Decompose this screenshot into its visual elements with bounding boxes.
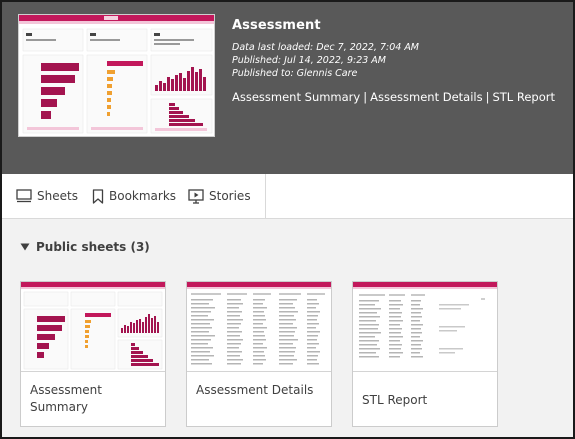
sheet-link-assessment-summary[interactable]: Assessment Summary xyxy=(232,90,360,104)
tab-sheets-label: Sheets xyxy=(37,189,78,203)
tab-stories-label: Stories xyxy=(209,189,251,203)
sheet-thumbnail xyxy=(187,282,331,372)
sheet-card-assessment-summary[interactable]: Assessment Summary xyxy=(20,281,166,427)
sheet-card-label: STL Report xyxy=(362,393,428,407)
sheet-thumbnail xyxy=(353,282,497,372)
sheet-card-label: Assessment Summary xyxy=(30,383,102,414)
caret-down-icon xyxy=(20,243,30,251)
stories-icon xyxy=(188,188,204,204)
tab-bar: Sheets Bookmarks Stories xyxy=(2,174,573,219)
bookmark-icon xyxy=(92,188,104,204)
data-loaded-text: Data last loaded: Dec 7, 2022, 7:04 AM xyxy=(232,42,420,53)
public-sheets-toggle[interactable]: Public sheets (3) xyxy=(20,240,150,254)
sheet-card-label: Assessment Details xyxy=(196,383,314,397)
public-sheets-heading: Public sheets (3) xyxy=(36,240,150,254)
tab-group: Sheets Bookmarks Stories xyxy=(2,174,266,219)
tab-bookmarks-label: Bookmarks xyxy=(109,189,177,203)
tab-bookmarks[interactable]: Bookmarks xyxy=(92,187,176,205)
sheet-card-stl-report[interactable]: STL Report xyxy=(352,281,498,427)
sheet-link-stl-report[interactable]: STL Report xyxy=(492,90,555,104)
tab-stories[interactable]: Stories xyxy=(188,187,251,205)
published-date-text: Published: Jul 14, 2022, 9:23 AM xyxy=(232,55,386,66)
sheets-icon xyxy=(16,189,32,203)
published-to-text: Published to: Glennis Care xyxy=(232,68,358,79)
sheet-link-assessment-details[interactable]: Assessment Details xyxy=(370,90,483,104)
app-thumbnail xyxy=(18,14,215,137)
link-separator: | xyxy=(363,90,368,104)
app-title: Assessment xyxy=(232,18,321,33)
tab-sheets[interactable]: Sheets xyxy=(16,187,78,205)
app-header: Assessment Data last loaded: Dec 7, 2022… xyxy=(2,2,573,174)
app-overview: Assessment Data last loaded: Dec 7, 2022… xyxy=(0,0,575,439)
sheet-links: Assessment Summary | Assessment Details | ST… xyxy=(232,90,555,104)
sheet-thumbnail xyxy=(21,282,165,372)
sheet-card-assessment-details[interactable]: Assessment Details xyxy=(186,281,332,427)
link-separator: | xyxy=(485,90,490,104)
